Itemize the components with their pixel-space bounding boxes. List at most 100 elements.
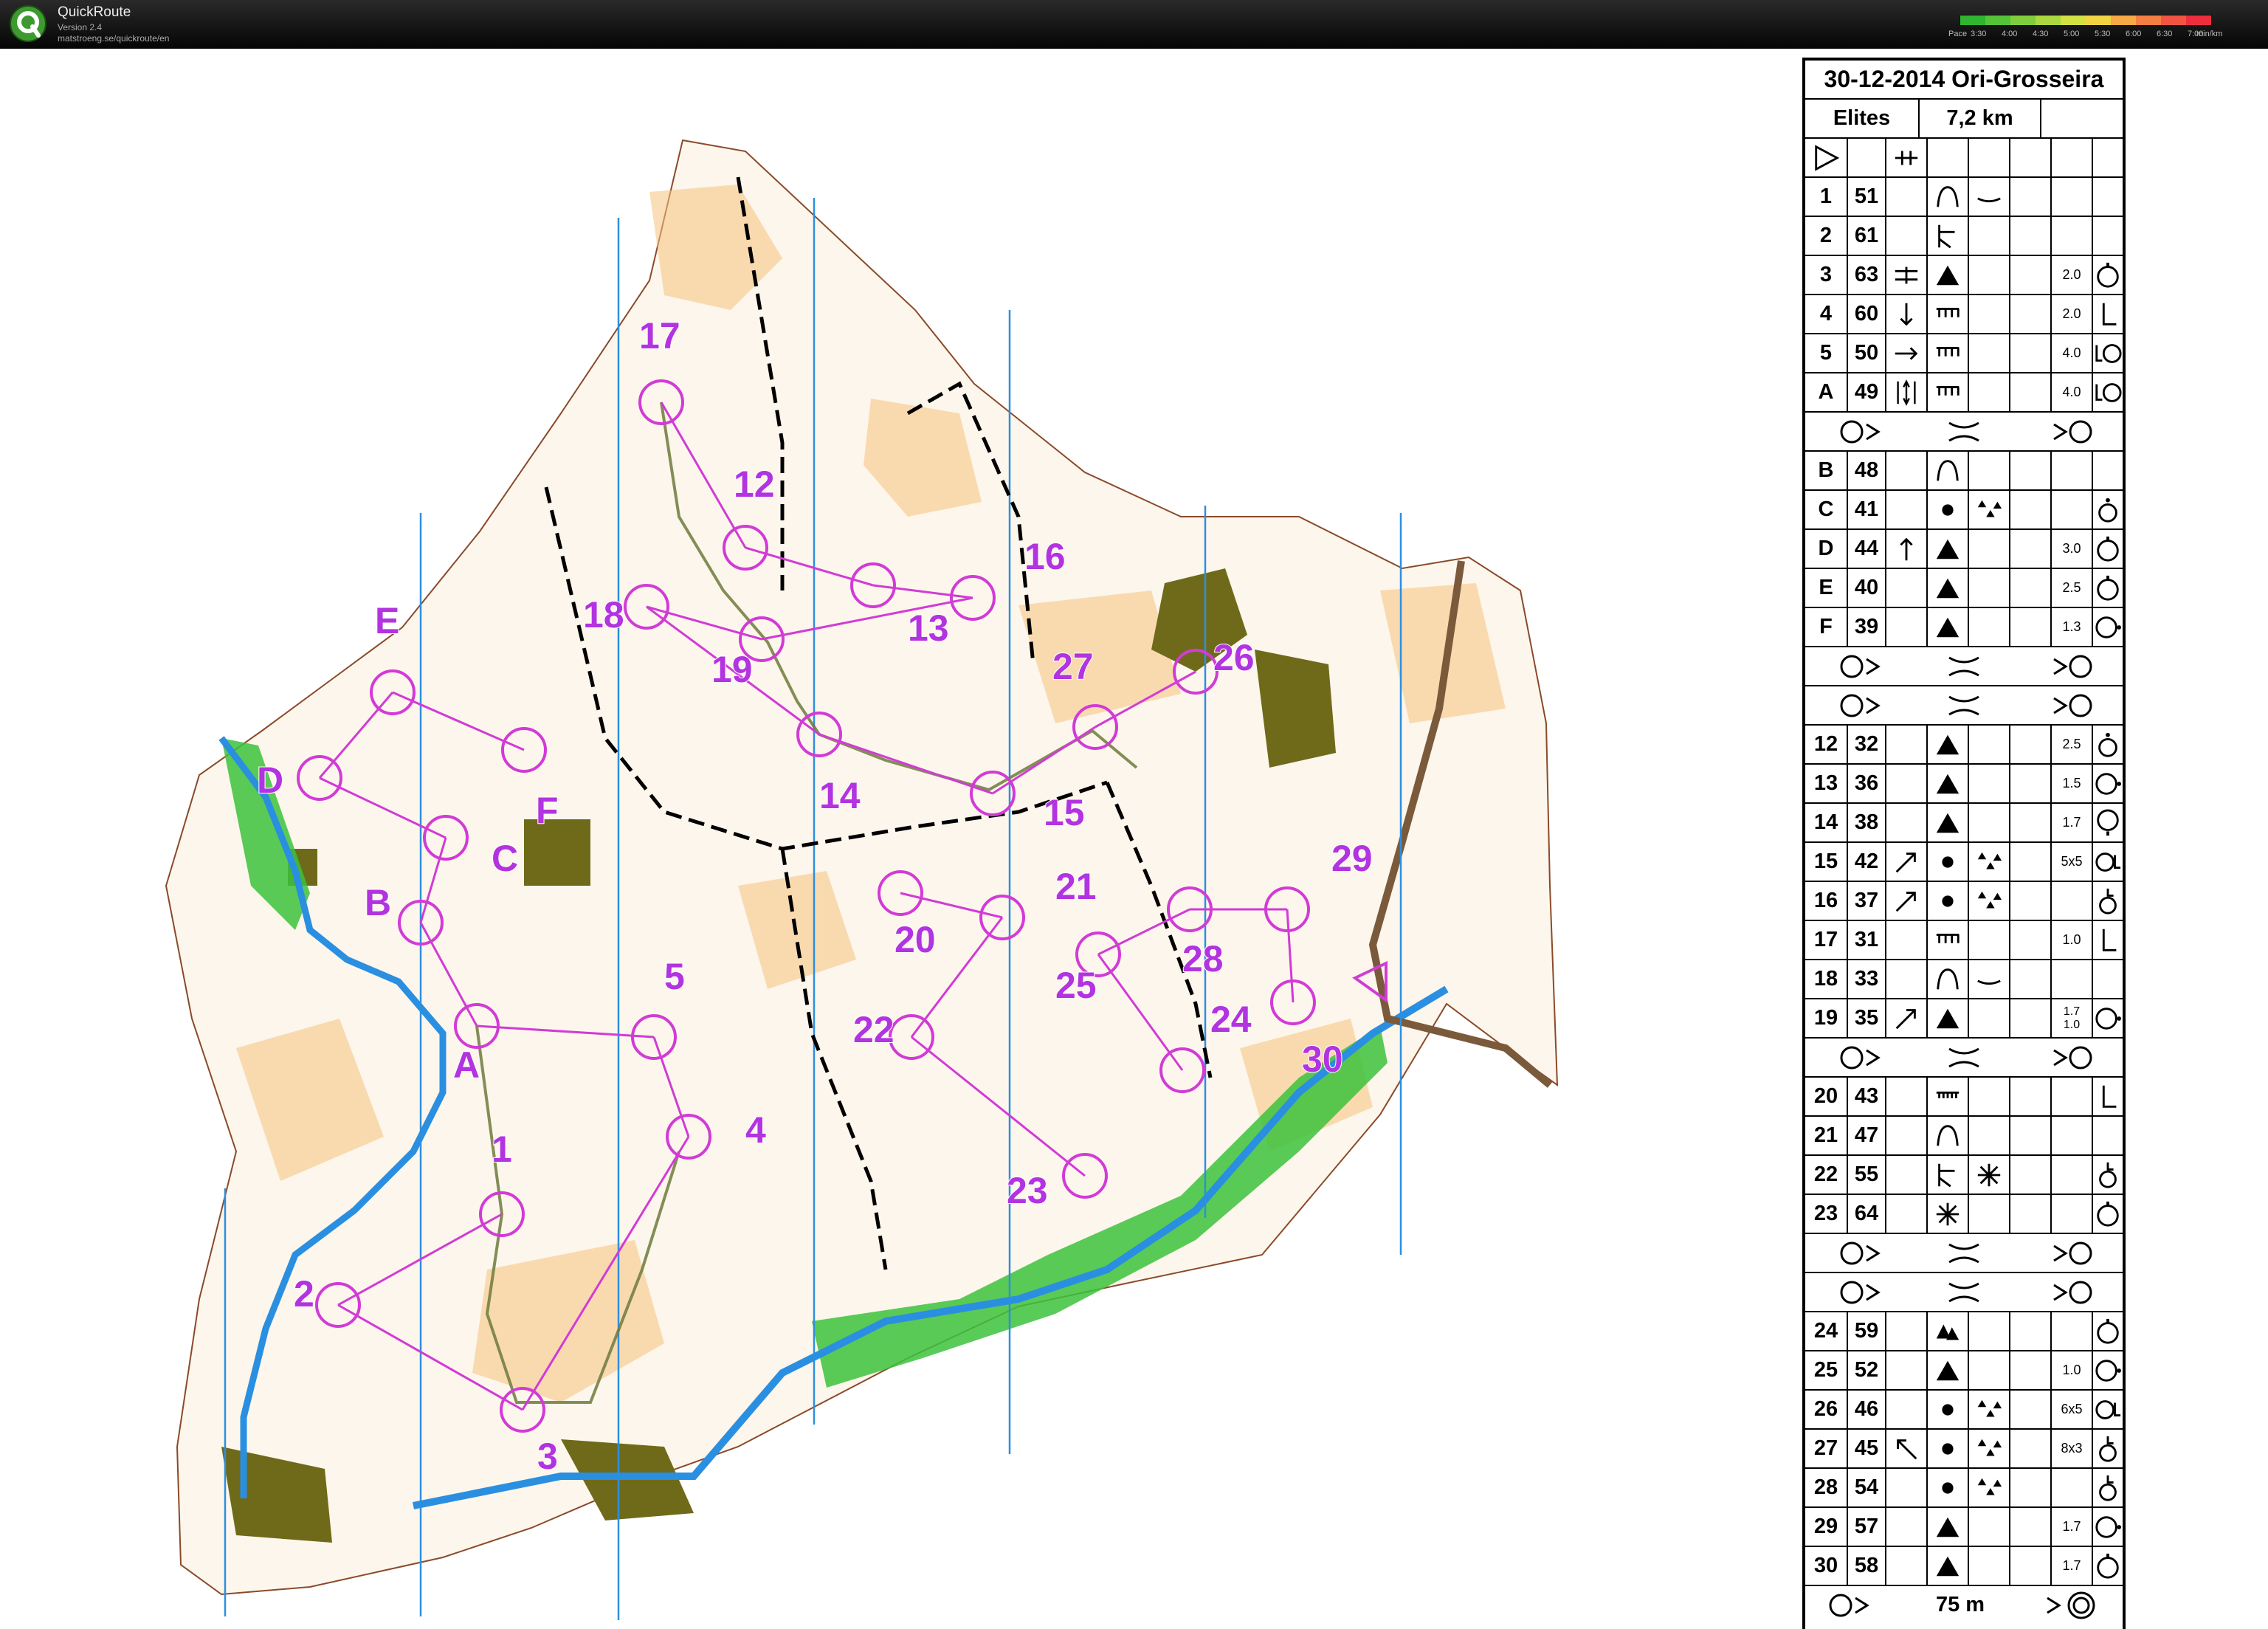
- cds-cell: [1928, 999, 1969, 1037]
- cds-cell: [1886, 1391, 1928, 1428]
- cds-cell: 5: [1805, 334, 1848, 372]
- cds-cell: [2010, 921, 2052, 959]
- dimension: 1.0: [2062, 932, 2081, 947]
- cds-cell: 41: [1848, 491, 1886, 528]
- cds-cell: 59: [1848, 1312, 1886, 1350]
- north-side-icon: [2097, 262, 2119, 288]
- cds-cell: 52: [1848, 1351, 1886, 1389]
- cds-cell: 2.5: [2052, 726, 2093, 763]
- dot-icon: [1942, 855, 1954, 868]
- cds-cell: 1.7: [2052, 1508, 2093, 1546]
- pace-color-segment: [1960, 16, 1985, 25]
- dimension: 2.5: [2062, 580, 2081, 595]
- marked-route-row: [1805, 686, 2123, 726]
- pace-labels: Pace 3:30 4:00 4:30 5:00 5:30 6:00 6:30 …: [1948, 30, 2222, 40]
- cds-cell: [1969, 1508, 2010, 1546]
- marked-route-icon: [1840, 1281, 2092, 1303]
- cds-cell: 1.3: [2052, 608, 2093, 646]
- cds-cell: [1928, 256, 1969, 294]
- boulder-icon: [1936, 1008, 1959, 1028]
- pace-label: 5:00: [2064, 30, 2080, 38]
- cds-cell: 6x5: [2052, 1391, 2093, 1428]
- control-number-label: 26: [1213, 637, 1255, 678]
- cds-cell: [2010, 1430, 2052, 1467]
- control-row: 26 46 6x5: [1805, 1391, 2123, 1430]
- dimension: 1.7: [2062, 815, 2081, 830]
- cds-cell: 38: [1848, 804, 1886, 841]
- pace-color-segment: [2111, 16, 2136, 25]
- cds-cell: [1886, 921, 1928, 959]
- cds-cell: [1805, 139, 1848, 176]
- control-number: 30: [1813, 1554, 1838, 1577]
- special-icon: [1936, 1202, 1959, 1225]
- cds-cell: 2.0: [2052, 256, 2093, 294]
- cds-cell: 46: [1848, 1391, 1886, 1428]
- east-side-icon: [2095, 1515, 2122, 1538]
- cds-cell: 1.0: [2052, 1351, 2093, 1389]
- orienteering-map[interactable]: 12345ABCDEF121314 15161718192021222324252…: [0, 49, 1793, 1626]
- control-code: 57: [1854, 1515, 1879, 1538]
- boulder-group-icon: [1977, 1478, 2002, 1495]
- control-number: 2: [1819, 224, 1833, 247]
- control-number-label: 25: [1055, 965, 1097, 1006]
- cds-cell: [1886, 1508, 1928, 1546]
- cds-cell: [2010, 1547, 2052, 1585]
- pace-color-segment: [2010, 16, 2036, 25]
- control-row: F 39 1.3: [1805, 608, 2123, 647]
- cds-cell: [2093, 1469, 2123, 1506]
- control-row: 29 57 1.7: [1805, 1508, 2123, 1547]
- cds-cell: [1886, 1430, 1928, 1467]
- cds-cell: [1886, 1547, 1928, 1585]
- boulder-icon: [1936, 617, 1959, 637]
- lower-part-icon: [1977, 197, 2001, 202]
- finish-start-icon: [1829, 1594, 1869, 1616]
- cds-cell: [1886, 999, 1928, 1037]
- control-row: C 41: [1805, 491, 2123, 530]
- cds-cell: 4.0: [2052, 334, 2093, 372]
- cds-cell: [2093, 921, 2123, 959]
- control-code: 35: [1854, 1006, 1879, 1030]
- app-url[interactable]: matstroeng.se/quickroute/en: [58, 33, 169, 44]
- cds-cell: [2093, 1078, 2123, 1115]
- dimension: 1.7: [2063, 1005, 2081, 1018]
- cds-cell: [1886, 491, 1928, 528]
- control-row: 2 61: [1805, 217, 2123, 256]
- control-code: 36: [1854, 771, 1879, 795]
- pace-color-bar: [1959, 15, 2212, 26]
- control-number-label: F: [536, 790, 559, 831]
- cds-cell: 4.0: [2052, 373, 2093, 411]
- dimension: 2.5: [2062, 737, 2081, 751]
- cds-cell: 61: [1848, 217, 1886, 255]
- control-code: 59: [1854, 1319, 1879, 1343]
- cds-cell: [2093, 334, 2123, 372]
- control-code: 55: [1854, 1163, 1879, 1186]
- control-code: 42: [1854, 850, 1879, 873]
- cds-cell: [1969, 256, 2010, 294]
- up-arrow-icon: [1900, 537, 1913, 560]
- cds-cell: [1886, 334, 1928, 372]
- cds-cell: 18: [1805, 960, 1848, 998]
- cds-cell: [1969, 1351, 2010, 1389]
- cds-cell: [1886, 217, 1928, 255]
- quickroute-logo-icon: [10, 5, 46, 42]
- dimension: 1.7: [2062, 1519, 2081, 1534]
- cds-cell: 5x5: [2052, 843, 2093, 881]
- cds-cell: [1969, 608, 2010, 646]
- cds-cell: 12: [1805, 726, 1848, 763]
- boulder-icon: [1936, 539, 1959, 559]
- control-row: 27 45 8x3: [1805, 1430, 2123, 1469]
- marked-route-icon: [1840, 1046, 2092, 1069]
- dimension: 6x5: [2061, 1402, 2083, 1416]
- finish-distance: 75 m: [1935, 1593, 1985, 1616]
- cds-cell: [1928, 1508, 1969, 1546]
- cds-cell: 1.7: [2052, 804, 2093, 841]
- control-number-label: A: [453, 1044, 480, 1086]
- cds-cell: [2010, 1391, 2052, 1428]
- cds-cell: [1928, 765, 1969, 802]
- control-number: 14: [1813, 810, 1838, 834]
- east-side-icon: [2095, 1007, 2122, 1030]
- cds-cell: [2093, 726, 2123, 763]
- control-code: 47: [1854, 1123, 1879, 1147]
- cds-cell: [2093, 491, 2123, 528]
- dimension: 2.0: [2062, 267, 2081, 282]
